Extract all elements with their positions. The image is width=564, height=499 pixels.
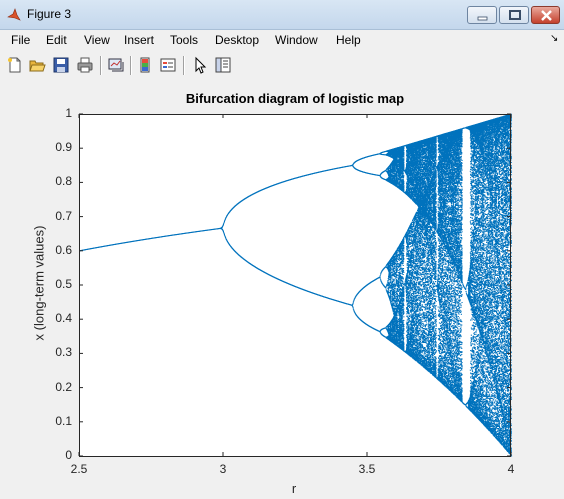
x-tick-label: 4 [507, 462, 515, 476]
y-tick-label: 0.2 [55, 379, 72, 394]
y-tick-label: 0.7 [55, 208, 72, 223]
y-tick-label: 1 [65, 106, 72, 120]
y-tick-label: 0.8 [55, 174, 72, 189]
chart-title: Bifurcation diagram of logistic map [185, 91, 405, 106]
y-tick-label: 0.9 [55, 140, 72, 155]
bifurcation-plot[interactable] [0, 0, 564, 499]
x-tick-label: 2.5 [70, 462, 88, 476]
x-axis-label: r [291, 481, 297, 496]
y-tick-label: 0.1 [55, 413, 72, 428]
x-tick-label: 3.5 [358, 462, 376, 476]
y-tick-label: 0 [65, 448, 72, 462]
y-tick-label: 0.3 [55, 345, 72, 360]
x-tick-label: 3 [219, 462, 227, 476]
y-axis-label: x (long-term values) [31, 225, 47, 341]
